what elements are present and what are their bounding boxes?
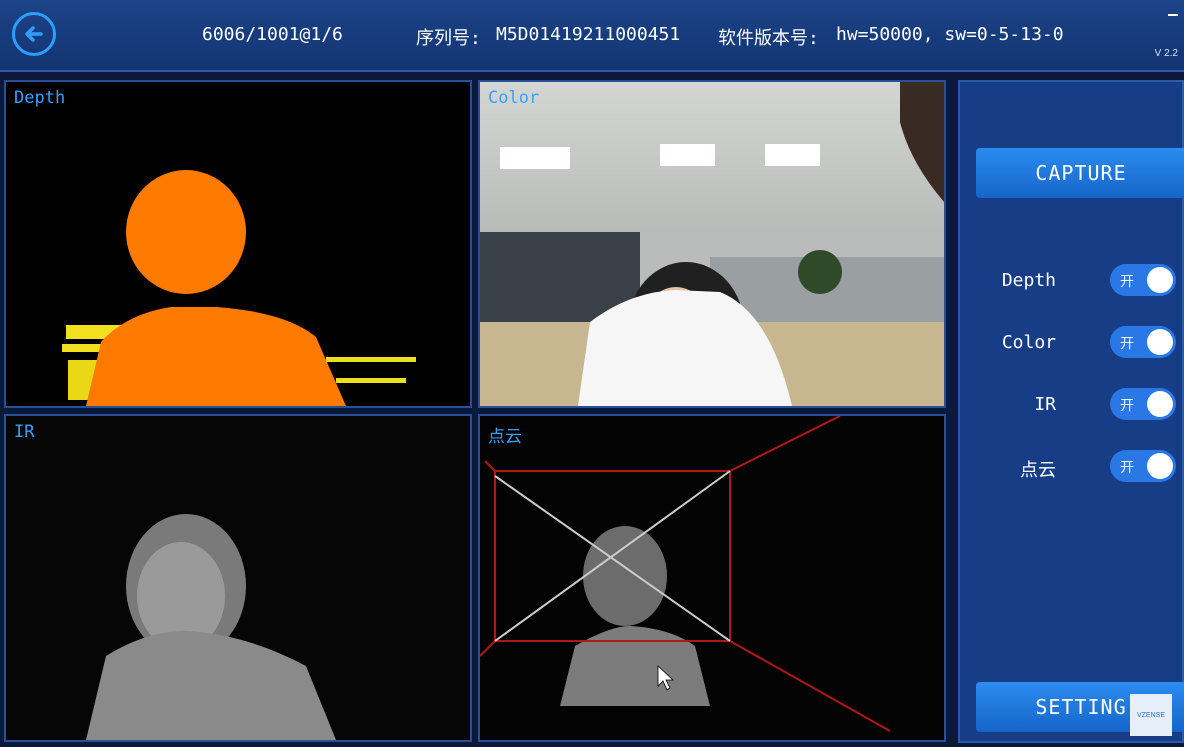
toggle-row-ir: IR 开 bbox=[960, 388, 1184, 424]
serial-number: M5D01419211000451 bbox=[496, 24, 681, 45]
back-button[interactable] bbox=[12, 12, 56, 56]
serial-label: 序列号: bbox=[416, 28, 481, 49]
toggle-row-pointcloud: 点云 开 bbox=[960, 450, 1184, 486]
depth-image bbox=[62, 170, 416, 406]
device-id: 6006/1001@1/6 bbox=[202, 24, 343, 45]
toggle-row-color: Color 开 bbox=[960, 326, 1184, 362]
ir-toggle[interactable]: 开 bbox=[1110, 388, 1176, 420]
toggle-knob-icon bbox=[1147, 329, 1173, 355]
depth-view: Depth bbox=[4, 80, 472, 408]
brand-logo: VZENSE bbox=[1130, 694, 1172, 736]
toggle-knob-icon bbox=[1147, 391, 1173, 417]
toggle-state-pointcloud: 开 bbox=[1120, 460, 1134, 476]
control-sidebar: CAPTURE Depth 开 Color 开 IR 开 点云 开 SETTIN… bbox=[958, 80, 1184, 743]
toggle-state-depth: 开 bbox=[1120, 274, 1134, 290]
toggle-label-ir: IR bbox=[1034, 394, 1056, 415]
color-image bbox=[480, 82, 944, 406]
depth-label: Depth bbox=[14, 88, 66, 108]
color-toggle[interactable]: 开 bbox=[1110, 326, 1176, 358]
minimize-icon[interactable] bbox=[1168, 14, 1178, 16]
pointcloud-view: 点云 bbox=[478, 414, 946, 742]
toggle-knob-icon bbox=[1147, 267, 1173, 293]
top-bar: 6006/1001@1/6 序列号: M5D01419211000451 软件版… bbox=[0, 0, 1184, 72]
depth-toggle[interactable]: 开 bbox=[1110, 264, 1176, 296]
color-view: Color bbox=[478, 80, 946, 408]
toggle-label-depth: Depth bbox=[1001, 270, 1056, 291]
version-value: hw=50000, sw=0-5-13-0 bbox=[836, 24, 1064, 45]
toggle-label-color: Color bbox=[1001, 332, 1056, 353]
app-version: V 2.2 bbox=[1154, 48, 1178, 59]
arrow-left-icon bbox=[25, 26, 43, 42]
capture-button[interactable]: CAPTURE bbox=[976, 148, 1184, 198]
toggle-label-pointcloud: 点云 bbox=[1020, 460, 1056, 481]
toggle-knob-icon bbox=[1147, 453, 1173, 479]
pointcloud-toggle[interactable]: 开 bbox=[1110, 450, 1176, 482]
pointcloud-label: 点云 bbox=[488, 427, 522, 447]
ir-image bbox=[6, 416, 470, 740]
toggle-state-color: 开 bbox=[1120, 336, 1134, 352]
pointcloud-image bbox=[480, 416, 944, 740]
color-label: Color bbox=[488, 88, 540, 108]
toggle-row-depth: Depth 开 bbox=[960, 264, 1184, 300]
ir-view: IR bbox=[4, 414, 472, 742]
version-label: 软件版本号: bbox=[718, 28, 819, 49]
ir-label: IR bbox=[14, 422, 35, 442]
toggle-state-ir: 开 bbox=[1120, 398, 1134, 414]
